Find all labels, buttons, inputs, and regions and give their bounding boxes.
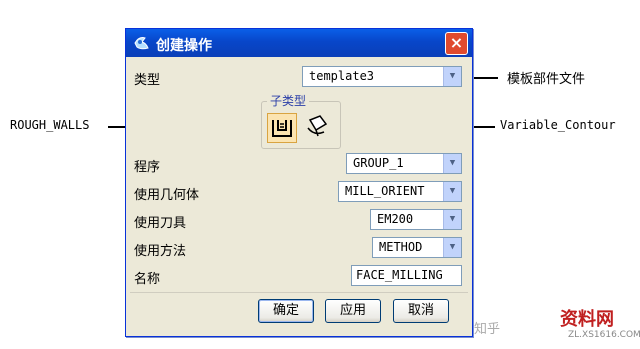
program-label: 程序: [134, 160, 161, 175]
callout-template-file: 模板部件文件: [507, 72, 586, 87]
name-input[interactable]: FACE_MILLING: [351, 265, 462, 286]
close-button[interactable]: ×: [445, 32, 468, 55]
chevron-down-icon[interactable]: ▼: [443, 210, 461, 229]
app-icon: [133, 34, 151, 56]
create-operation-dialog: 创建操作 × 类型 template3 ▼ 子类型 程序 GROUP_1 ▼ 使…: [125, 28, 473, 337]
method-select[interactable]: METHOD ▼: [372, 237, 462, 258]
callout-variable-contour: Variable_Contour: [500, 118, 616, 132]
chevron-down-icon[interactable]: ▼: [443, 182, 461, 201]
method-label: 使用方法: [134, 244, 187, 259]
name-label: 名称: [134, 272, 161, 287]
program-select[interactable]: GROUP_1 ▼: [346, 153, 462, 174]
apply-button[interactable]: 应用: [325, 299, 381, 323]
url-watermark: ZL.XS1616.COM: [568, 330, 640, 340]
tool-value: EM200: [377, 212, 414, 226]
zhihu-watermark: 知乎: [474, 322, 501, 337]
brand-watermark: 资料网: [560, 309, 614, 330]
callout-rough-walls: ROUGH_WALLS: [10, 118, 90, 132]
chevron-down-icon[interactable]: ▼: [443, 238, 461, 257]
rough-walls-button[interactable]: [267, 113, 297, 143]
method-value: METHOD: [379, 240, 423, 254]
subtype-label: 子类型: [267, 92, 310, 109]
cancel-button[interactable]: 取消: [393, 299, 449, 323]
geometry-label: 使用几何体: [134, 188, 200, 203]
tool-label: 使用刀具: [134, 216, 187, 231]
variable-contour-button[interactable]: [305, 114, 329, 140]
chevron-down-icon[interactable]: ▼: [443, 154, 461, 173]
divider: [130, 292, 468, 293]
type-value: template3: [309, 69, 375, 83]
geometry-select[interactable]: MILL_ORIENT ▼: [338, 181, 462, 202]
chevron-down-icon[interactable]: ▼: [443, 67, 461, 86]
rough-walls-icon: [272, 120, 292, 137]
dialog-titlebar[interactable]: 创建操作 ×: [126, 29, 472, 57]
tool-select[interactable]: EM200 ▼: [370, 209, 462, 230]
name-value: FACE_MILLING: [356, 268, 443, 282]
type-label: 类型: [134, 73, 161, 88]
type-select[interactable]: template3 ▼: [302, 66, 462, 87]
program-value: GROUP_1: [353, 156, 404, 170]
variable-contour-icon: [307, 115, 328, 137]
geometry-value: MILL_ORIENT: [345, 184, 425, 198]
dialog-title: 创建操作: [156, 38, 212, 54]
ok-button[interactable]: 确定: [258, 299, 314, 323]
close-icon: ×: [449, 33, 464, 52]
